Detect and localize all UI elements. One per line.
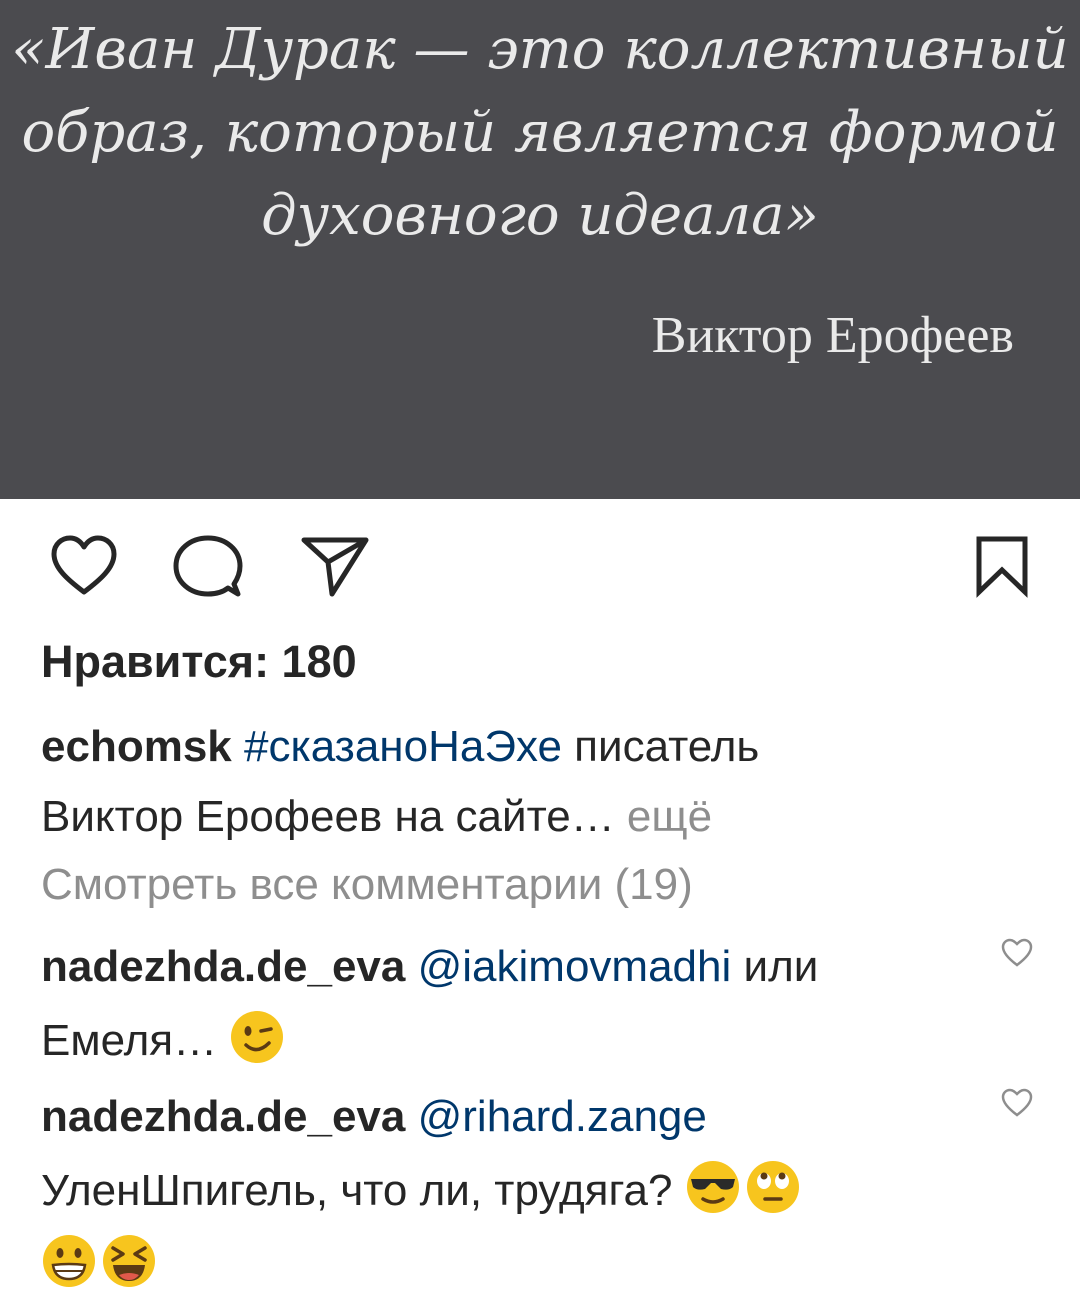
caption-text: писатель [561,722,760,771]
view-all-comments-link[interactable]: Смотреть все комментарии (19) [41,860,693,910]
comment-like-heart-icon[interactable] [1000,1088,1034,1118]
wink-emoji-icon [231,1011,284,1063]
post-image[interactable]: «Иван Дурак — это коллективный образ, ко… [0,0,1080,499]
caption-text: Виктор Ерофеев на сайте… [41,792,615,841]
grin-emoji-icon [43,1235,95,1287]
quote-line: «Иван Дурак — это коллективный [11,17,1069,82]
likes-count[interactable]: Нравится: 180 [41,636,357,688]
caption-hashtag[interactable]: #сказаноНаЭхе [244,722,562,771]
action-bar [0,534,1080,598]
caption-username[interactable]: echomsk [41,722,232,771]
bookmark-icon[interactable] [974,534,1030,598]
comment-mention[interactable]: @iakimovmadhi [418,942,732,991]
quote-text: «Иван Дурак — это коллективный образ, ко… [0,8,1080,257]
more-link[interactable]: ещё [615,792,712,841]
comment: nadezhda.de_eva @iakimovmadhi или Емеля… [41,930,971,1078]
comment-text: или [731,942,819,991]
quote-author: Виктор Ерофеев [651,307,1014,364]
send-icon[interactable] [300,534,372,598]
comment-mention[interactable]: @rihard.zange [418,1092,707,1141]
comment-icon[interactable] [172,534,244,598]
heart-icon[interactable] [48,534,120,598]
comment-text: УленШпигель, что ли, трудяга? [41,1166,685,1215]
laughing-emoji-icon [103,1235,155,1287]
comment: nadezhda.de_eva @rihard.zange УленШпигел… [41,1080,971,1302]
caption: echomsk #сказаноНаЭхе писатель Виктор Ер… [41,712,941,852]
comment-username[interactable]: nadezhda.de_eva [41,1092,405,1141]
quote-line: духовного идеала» [261,183,819,248]
quote-line: образ, который является формой [21,100,1059,165]
sunglasses-emoji-icon [686,1161,739,1213]
eye-roll-emoji-icon [746,1161,799,1213]
comment-like-heart-icon[interactable] [1000,938,1034,968]
comment-text: Емеля… [41,1016,230,1065]
comment-username[interactable]: nadezhda.de_eva [41,942,405,991]
